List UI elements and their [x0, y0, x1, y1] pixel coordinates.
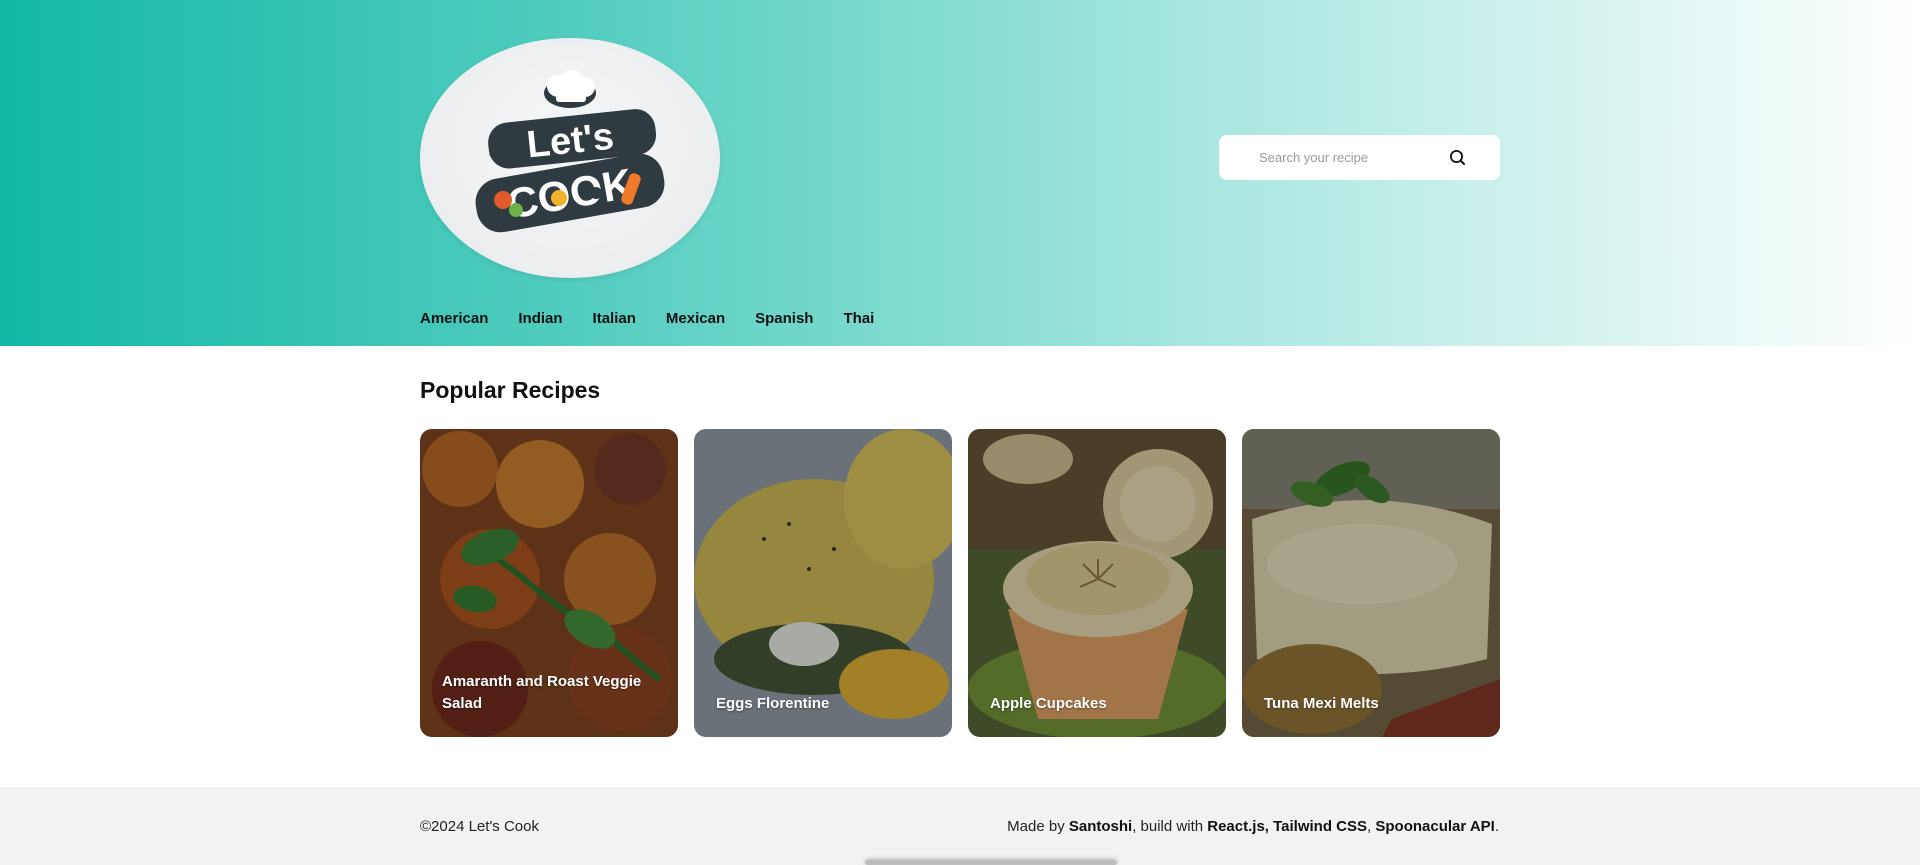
site-header: Let's COOK American Indian Italian Mexic…: [0, 0, 1920, 346]
cuisine-nav: American Indian Italian Mexican Spanish …: [420, 310, 904, 328]
nav-item-italian[interactable]: Italian: [593, 310, 636, 328]
author-name: Santoshi: [1068, 818, 1133, 835]
search-bar: [1219, 135, 1500, 180]
recipe-card-eggs-florentine[interactable]: Eggs Florentine: [694, 429, 952, 737]
credits-suffix: .: [1494, 818, 1499, 835]
recipe-image: [694, 429, 952, 737]
nav-item-thai[interactable]: Thai: [843, 310, 874, 328]
nav-item-mexican[interactable]: Mexican: [666, 310, 725, 328]
recipe-card-amaranth[interactable]: Amaranth and Roast Veggie Salad: [420, 429, 678, 737]
recipe-card-tuna-mexi-melts[interactable]: Tuna Mexi Melts: [1242, 429, 1500, 737]
api-credit: Spoonacular API: [1375, 818, 1495, 835]
logo-word-cook: COOK: [504, 159, 636, 227]
scroll-indicator: [865, 860, 1117, 865]
site-logo[interactable]: Let's COOK: [420, 38, 720, 278]
popular-recipes-grid: Amaranth and Roast Veggie Salad Eggs Flo…: [420, 429, 1500, 737]
logo-word-lets: Let's: [525, 116, 616, 167]
chef-hat-icon: [544, 70, 596, 108]
recipe-image: [968, 429, 1226, 737]
recipe-title: Eggs Florentine: [716, 695, 830, 712]
copyright-text: ©2024 Let's Cook: [420, 818, 539, 835]
build-with-label: , build with: [1132, 818, 1208, 835]
tech-stack: React.js, Tailwind CSS: [1207, 818, 1368, 835]
recipe-title: Amaranth and Roast Veggie Salad: [442, 673, 642, 712]
search-input[interactable]: [1259, 142, 1449, 173]
nav-item-american[interactable]: American: [420, 310, 488, 328]
search-icon[interactable]: [1447, 147, 1469, 169]
nav-item-spanish[interactable]: Spanish: [755, 310, 813, 328]
recipe-card-apple-cupcakes[interactable]: Apple Cupcakes: [968, 429, 1226, 737]
site-footer: ©2024 Let's Cook Made by Santoshi, build…: [0, 787, 1920, 865]
nav-item-indian[interactable]: Indian: [518, 310, 562, 328]
recipe-title: Apple Cupcakes: [990, 695, 1107, 712]
section-title: Popular Recipes: [420, 377, 601, 403]
made-by-label: Made by: [1007, 818, 1069, 835]
recipe-title: Tuna Mexi Melts: [1264, 695, 1379, 712]
logo-graphic: Let's COOK: [475, 70, 665, 233]
recipe-image: [1242, 429, 1500, 737]
credits-text: Made by Santoshi, build with React.js, T…: [1007, 818, 1499, 835]
